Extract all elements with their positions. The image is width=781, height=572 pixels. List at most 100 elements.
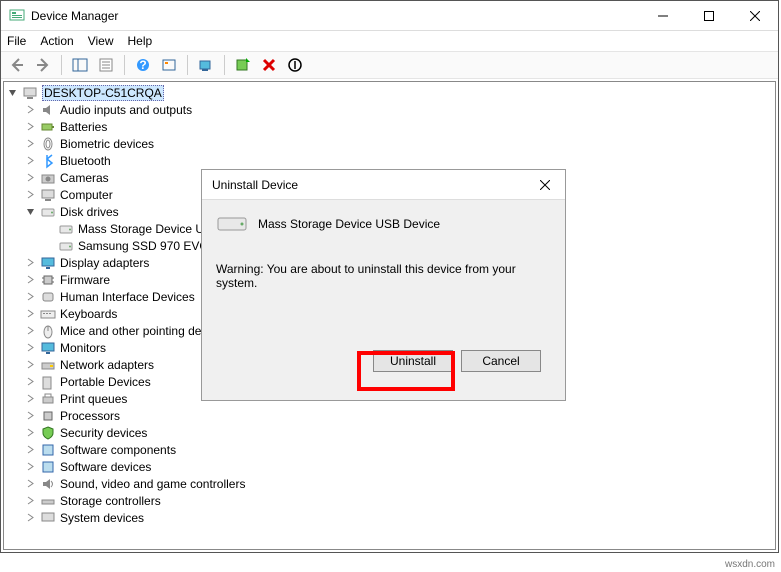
menubar: File Action View Help [1,31,778,51]
chevron-right-icon[interactable] [24,172,36,184]
chevron-right-icon[interactable] [24,427,36,439]
tree-item-label: Processors [60,409,120,423]
chevron-right-icon[interactable] [24,291,36,303]
tree-item[interactable]: Batteries [4,118,775,135]
device-category-icon [40,187,56,203]
tree-item[interactable]: Software devices [4,458,775,475]
menu-action[interactable]: Action [40,34,73,48]
tree-item[interactable]: Processors [4,407,775,424]
uninstall-button[interactable]: Uninstall [373,350,453,372]
chevron-right-icon[interactable] [24,512,36,524]
hard-drive-icon [58,221,74,237]
chevron-right-icon[interactable] [24,495,36,507]
chevron-right-icon[interactable] [24,444,36,456]
device-category-icon [40,374,56,390]
device-category-icon [40,459,56,475]
tree-item[interactable]: Software components [4,441,775,458]
show-hide-tree-button[interactable] [68,53,92,77]
tree-item-label: Cameras [60,171,109,185]
close-button[interactable] [732,1,778,30]
menu-file[interactable]: File [7,34,26,48]
tree-item-label: Batteries [60,120,107,134]
tree-item[interactable]: Audio inputs and outputs [4,101,775,118]
chevron-right-icon[interactable] [24,393,36,405]
help-button[interactable]: ? [131,53,155,77]
dialog-title: Uninstall Device [212,178,525,192]
dialog-device-name: Mass Storage Device USB Device [258,217,440,231]
device-category-icon [40,204,56,220]
tree-item-label: Display adapters [60,256,149,270]
tree-item-label: Human Interface Devices [60,290,195,304]
dialog-warning-text: Warning: You are about to uninstall this… [216,262,551,290]
scan-hardware-button[interactable] [194,53,218,77]
chevron-right-icon[interactable] [24,410,36,422]
chevron-right-icon[interactable] [24,104,36,116]
hard-drive-icon [216,214,248,234]
toolbar-separator [124,55,125,75]
chevron-right-icon[interactable] [24,257,36,269]
tree-item[interactable]: System devices [4,509,775,526]
toolbar-separator [224,55,225,75]
dialog-close-button[interactable] [525,170,565,199]
menu-help[interactable]: Help [128,34,153,48]
tree-item-label: Software components [60,443,176,457]
chevron-right-icon[interactable] [24,189,36,201]
tree-item-label: Firmware [60,273,110,287]
chevron-right-icon[interactable] [24,342,36,354]
maximize-button[interactable] [686,1,732,30]
toolbar-separator [61,55,62,75]
tree-item-label: System devices [60,511,144,525]
chevron-right-icon[interactable] [24,359,36,371]
tree-item-label: Storage controllers [60,494,161,508]
minimize-button[interactable] [640,1,686,30]
tree-item-label: Portable Devices [60,375,151,389]
chevron-right-icon[interactable] [24,308,36,320]
properties-button[interactable] [94,53,118,77]
tree-item[interactable]: Sound, video and game controllers [4,475,775,492]
chevron-right-icon[interactable] [24,376,36,388]
uninstall-device-button[interactable] [257,53,281,77]
device-category-icon [40,323,56,339]
tree-item[interactable]: Biometric devices [4,135,775,152]
tree-item-label: Audio inputs and outputs [60,103,192,117]
chevron-right-icon[interactable] [24,155,36,167]
cancel-button[interactable]: Cancel [461,350,541,372]
device-category-icon [40,153,56,169]
device-category-icon [40,476,56,492]
tree-item-label: Sound, video and game controllers [60,477,245,491]
tree-item-label: Monitors [60,341,106,355]
watermark: wsxdn.com [725,559,775,570]
chevron-right-icon[interactable] [24,138,36,150]
forward-button[interactable] [31,53,55,77]
chevron-right-icon[interactable] [24,478,36,490]
device-category-icon [40,391,56,407]
device-category-icon [40,272,56,288]
tree-item-label: Biometric devices [60,137,154,151]
disable-device-button[interactable] [283,53,307,77]
device-category-icon [40,119,56,135]
toolbar-separator [187,55,188,75]
device-category-icon [40,442,56,458]
chevron-down-icon[interactable] [6,87,18,99]
dialog-titlebar: Uninstall Device [202,170,565,200]
update-driver-button[interactable] [231,53,255,77]
tree-item-label: Keyboards [60,307,117,321]
device-category-icon [40,306,56,322]
menu-view[interactable]: View [88,34,114,48]
tree-root[interactable]: DESKTOP-C51CRQA [4,84,775,101]
device-category-icon [40,255,56,271]
tree-root-label: DESKTOP-C51CRQA [42,85,164,101]
tree-item[interactable]: Storage controllers [4,492,775,509]
chevron-right-icon[interactable] [24,121,36,133]
back-button[interactable] [5,53,29,77]
chevron-down-icon[interactable] [24,206,36,218]
chevron-right-icon[interactable] [24,461,36,473]
chevron-right-icon[interactable] [24,325,36,337]
computer-icon [22,85,38,101]
chevron-right-icon[interactable] [24,274,36,286]
toolbar: ? [1,51,778,79]
toolbar-icon[interactable] [157,53,181,77]
tree-item[interactable]: Bluetooth [4,152,775,169]
tree-item[interactable]: Security devices [4,424,775,441]
tree-item-label: Bluetooth [60,154,111,168]
